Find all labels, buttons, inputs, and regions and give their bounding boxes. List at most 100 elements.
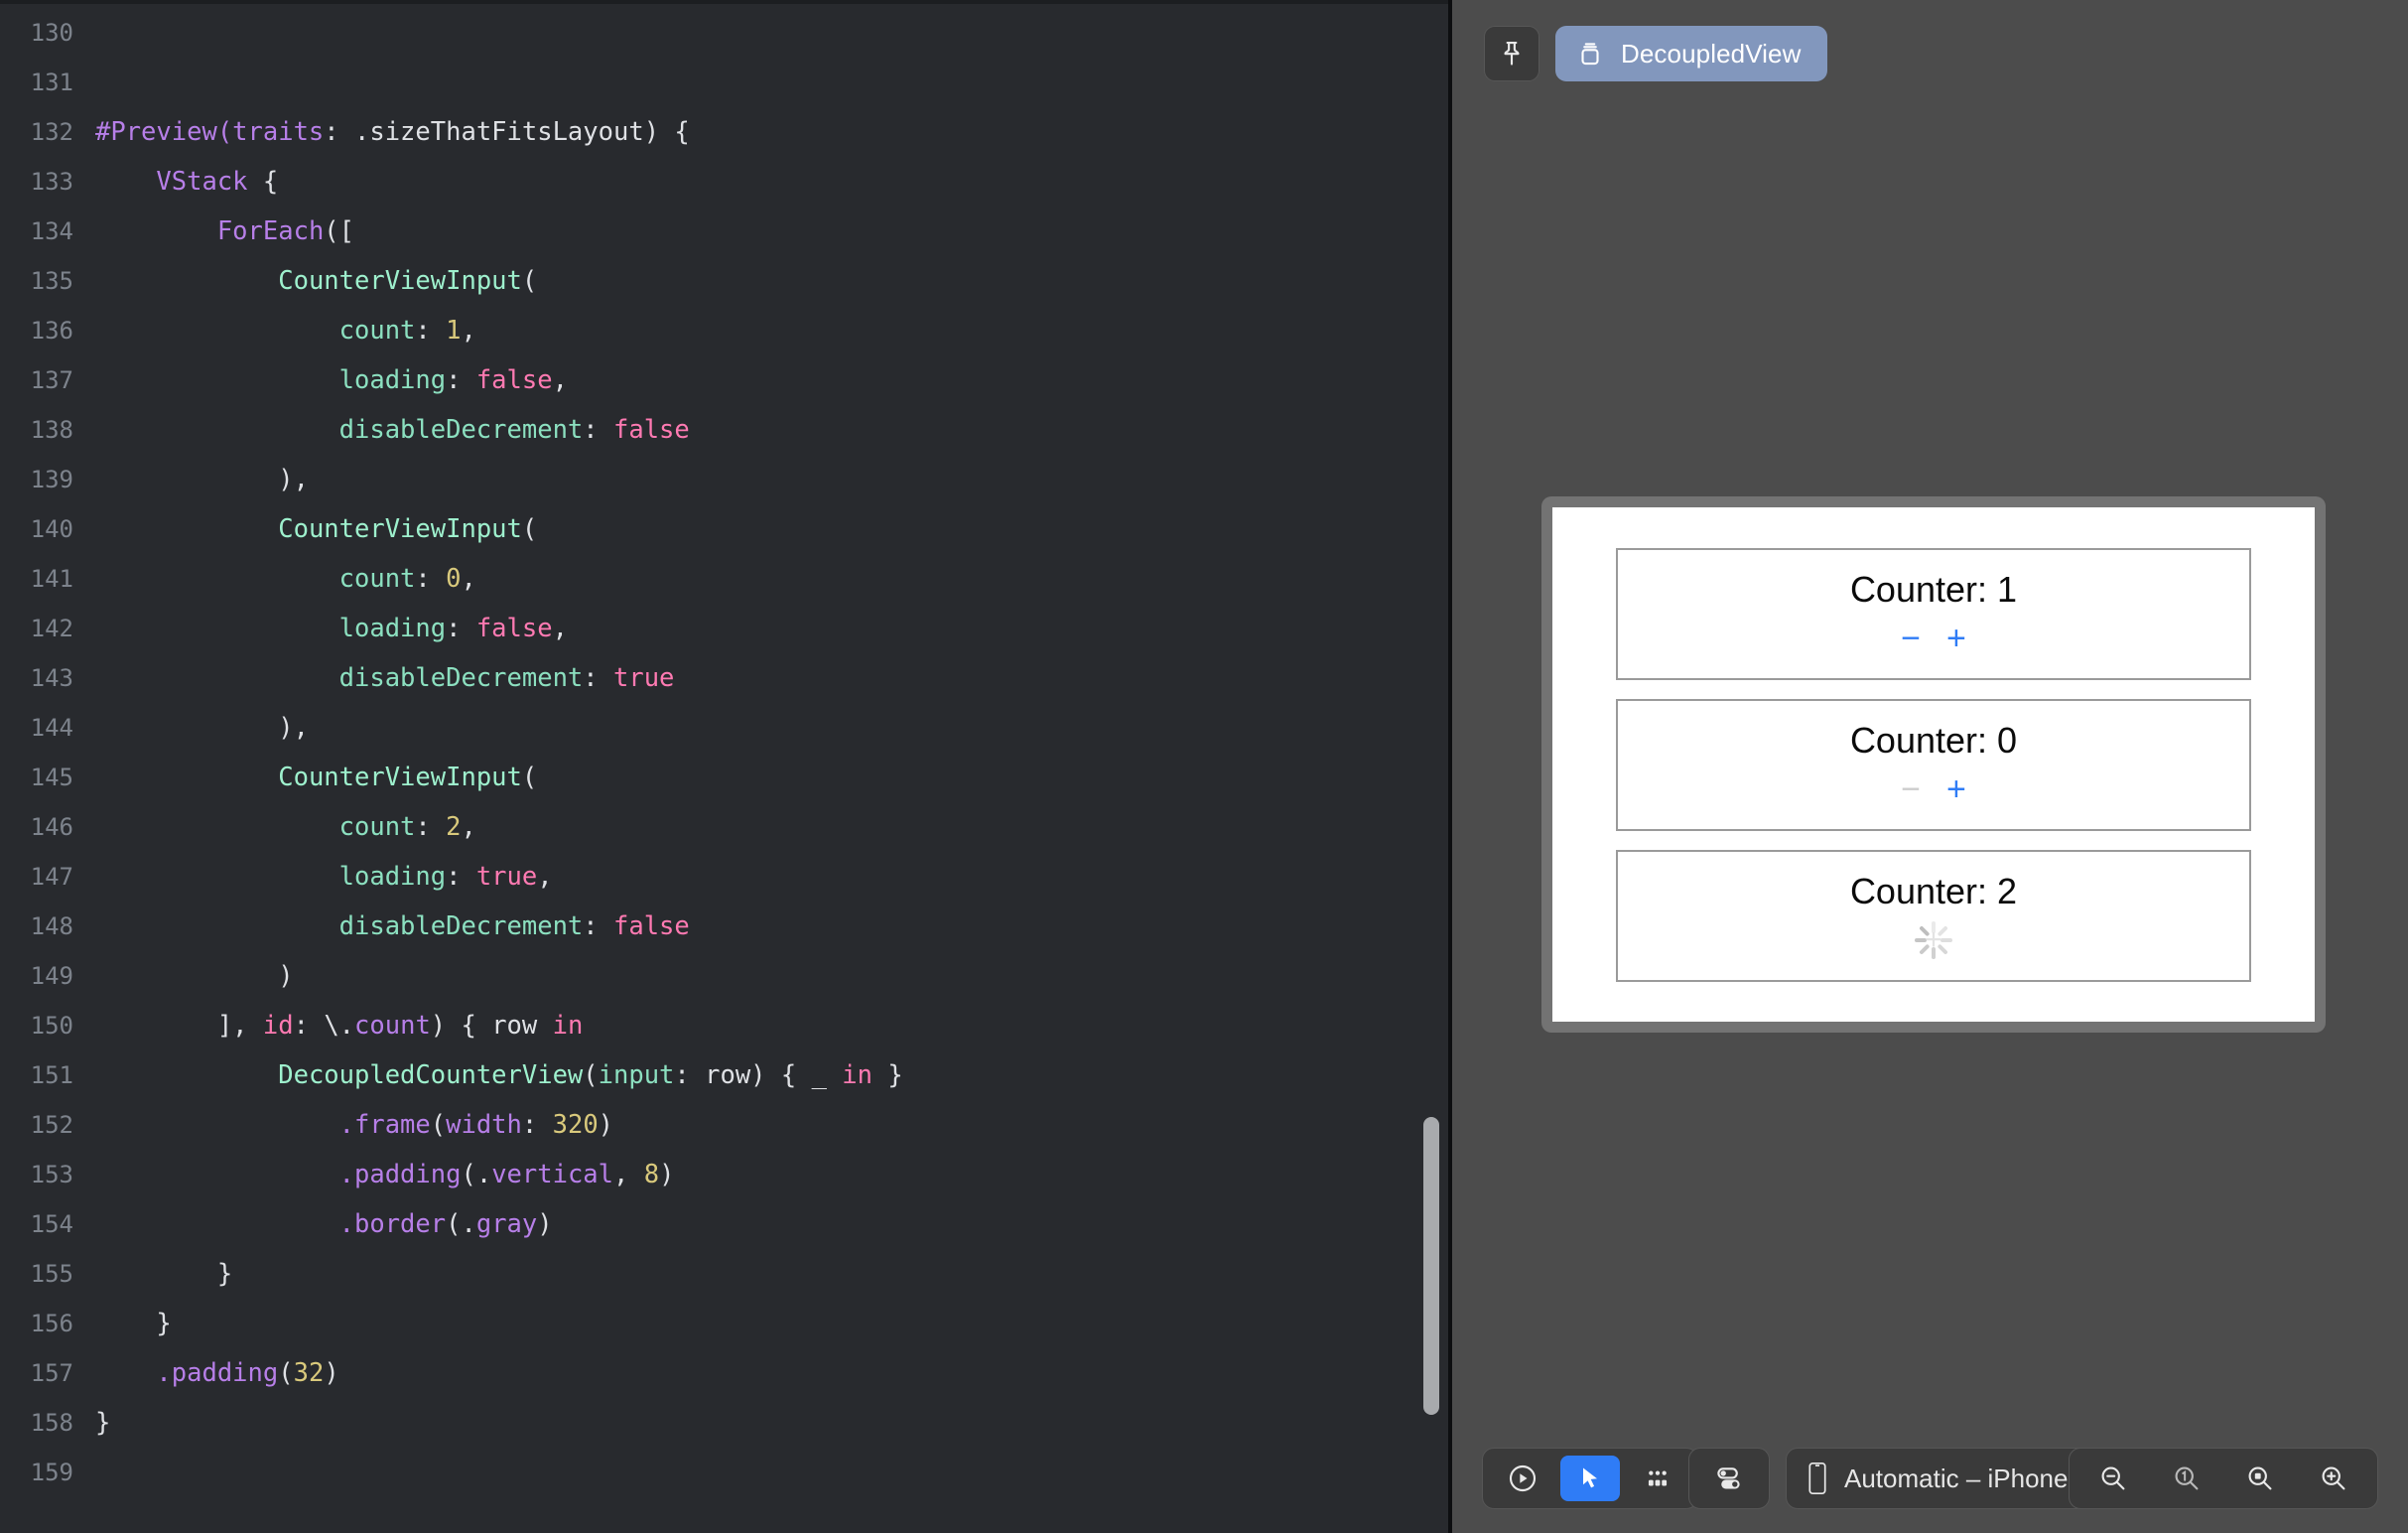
code-line-text[interactable]: CounterViewInput( (95, 753, 1452, 802)
increment-button[interactable]: + (1925, 925, 1942, 955)
code-line[interactable]: 149 ) (0, 951, 1452, 1001)
preview-name-chip[interactable]: DecoupledView (1555, 26, 1827, 81)
line-number: 130 (30, 19, 73, 47)
code-token: traits (232, 117, 325, 147)
selectable-mode-button[interactable] (1560, 1456, 1620, 1501)
code-line[interactable]: 158} (0, 1398, 1452, 1448)
code-line[interactable]: 152 .frame(width: 320) (0, 1100, 1452, 1150)
code-line[interactable]: 144 ), (0, 703, 1452, 753)
line-number: 138 (30, 416, 73, 444)
counter-card: Counter: 1 − + (1616, 547, 2251, 680)
code-line-text[interactable]: disableDecrement: false (95, 405, 1452, 455)
code-line[interactable]: 157 .padding(32) (0, 1348, 1452, 1398)
code-token: , (537, 862, 553, 892)
code-line[interactable]: 130 (0, 8, 1452, 58)
code-line[interactable]: 150 ], id: \.count) { row in (0, 1001, 1452, 1050)
code-line-text[interactable]: disableDecrement: true (95, 653, 1452, 703)
source-editor-pane[interactable]: 130 131 132 #Preview(traits: .sizeThatFitsL… (0, 0, 1452, 1533)
code-line[interactable]: 154 .border(.gray) (0, 1199, 1452, 1249)
zoom-out-button[interactable] (2083, 1456, 2143, 1501)
code-line[interactable]: 136 count: 1, (0, 306, 1452, 355)
code-line[interactable]: 135 CounterViewInput( (0, 256, 1452, 306)
code-line-text[interactable]: } (95, 1398, 1452, 1448)
code-line[interactable]: 134 ForEach([ (0, 207, 1452, 256)
editor-vertical-scrollbar[interactable] (1420, 0, 1442, 1533)
code-line[interactable]: 131 (0, 58, 1452, 107)
code-line[interactable]: 133 VStack { (0, 157, 1452, 207)
zoom-in-button[interactable] (2304, 1456, 2363, 1501)
code-line[interactable]: 132 #Preview(traits: .sizeThatFitsLayout)… (0, 107, 1452, 157)
code-line-text[interactable]: } (95, 1299, 1452, 1348)
code-line-text[interactable]: count: 1, (95, 306, 1452, 355)
code-line-text[interactable]: loading: false, (95, 604, 1452, 653)
code-line[interactable]: 147 loading: true, (0, 852, 1452, 902)
code-line[interactable]: 142 loading: false, (0, 604, 1452, 653)
code-line[interactable]: 140 CounterViewInput( (0, 504, 1452, 554)
code-line[interactable]: 153 .padding(.vertical, 8) (0, 1150, 1452, 1199)
code-token: : (415, 812, 447, 842)
code-token: ], (95, 1011, 263, 1041)
code-line[interactable]: 145 CounterViewInput( (0, 753, 1452, 802)
code-line[interactable]: 159 (0, 1448, 1452, 1497)
code-line-text[interactable]: ForEach([ (95, 207, 1452, 256)
editor-scrollbar-thumb[interactable] (1423, 1117, 1439, 1415)
code-line-text[interactable]: .padding(32) (95, 1348, 1452, 1398)
decrement-button[interactable]: − (1901, 622, 1921, 655)
code-line[interactable]: 141 count: 0, (0, 554, 1452, 604)
code-token: , (461, 316, 476, 346)
code-line-text[interactable]: loading: false, (95, 355, 1452, 405)
code-token: ( (430, 1110, 447, 1140)
code-line[interactable]: 138 disableDecrement: false (0, 405, 1452, 455)
code-token: count (338, 812, 416, 842)
code-line[interactable]: 148 disableDecrement: false (0, 902, 1452, 951)
live-preview-play-button[interactable] (1493, 1456, 1552, 1501)
code-line-text[interactable]: DecoupledCounterView(input: row) { _ in … (95, 1050, 1452, 1100)
toggles-button[interactable] (1699, 1456, 1759, 1501)
code-area[interactable]: 130 131 132 #Preview(traits: .sizeThatFitsL… (0, 0, 1452, 1533)
code-line[interactable]: 151 DecoupledCounterView(input: row) { _… (0, 1050, 1452, 1100)
code-line-text[interactable]: #Preview(traits: .sizeThatFitsLayout) { (95, 107, 1452, 157)
code-token: } (95, 1259, 233, 1289)
code-line-text[interactable]: VStack { (95, 157, 1452, 207)
code-token: ) (598, 1110, 614, 1140)
code-line-text[interactable]: ], id: \.count) { row in (95, 1001, 1452, 1050)
code-line-text[interactable]: .padding(.vertical, 8) (95, 1150, 1452, 1199)
code-line-text[interactable]: .frame(width: 320) (95, 1100, 1452, 1150)
code-line[interactable]: 156 } (0, 1299, 1452, 1348)
canvas-header: DecoupledView (1484, 26, 1827, 81)
code-line-text[interactable]: count: 2, (95, 802, 1452, 852)
code-line[interactable]: 139 ), (0, 455, 1452, 504)
code-line-text[interactable]: } (95, 1249, 1452, 1299)
zoom-fit-button[interactable] (2230, 1456, 2290, 1501)
code-line[interactable]: 146 count: 2, (0, 802, 1452, 852)
toggles-icon (1712, 1462, 1746, 1495)
code-line[interactable]: 155 } (0, 1249, 1452, 1299)
increment-button[interactable]: + (1946, 772, 1966, 806)
code-line[interactable]: 143 disableDecrement: true (0, 653, 1452, 703)
line-number: 156 (30, 1310, 73, 1337)
code-line-text[interactable]: ) (95, 951, 1452, 1001)
zoom-actual-size-button[interactable] (2157, 1456, 2216, 1501)
variants-grid-button[interactable] (1628, 1456, 1687, 1501)
code-line-text[interactable]: disableDecrement: false (95, 902, 1452, 951)
code-token: CounterViewInput (278, 514, 522, 544)
code-line-text[interactable]: loading: true, (95, 852, 1452, 902)
line-number: 157 (30, 1359, 73, 1387)
preview-settings-button[interactable] (1688, 1448, 1770, 1509)
line-number: 139 (30, 466, 73, 493)
code-line-text[interactable]: ), (95, 455, 1452, 504)
code-line-text[interactable]: CounterViewInput( (95, 504, 1452, 554)
code-line-text[interactable]: ), (95, 703, 1452, 753)
line-number: 132 (30, 118, 73, 146)
code-line-text[interactable]: .border(.gray) (95, 1199, 1452, 1249)
preview-chip-label: DecoupledView (1621, 38, 1802, 69)
increment-button[interactable]: + (1946, 622, 1966, 655)
pin-preview-button[interactable] (1484, 26, 1539, 81)
code-line-text[interactable]: CounterViewInput( (95, 256, 1452, 306)
code-line[interactable]: 137 loading: false, (0, 355, 1452, 405)
code-line-text[interactable]: count: 0, (95, 554, 1452, 604)
code-token: in (552, 1011, 584, 1041)
